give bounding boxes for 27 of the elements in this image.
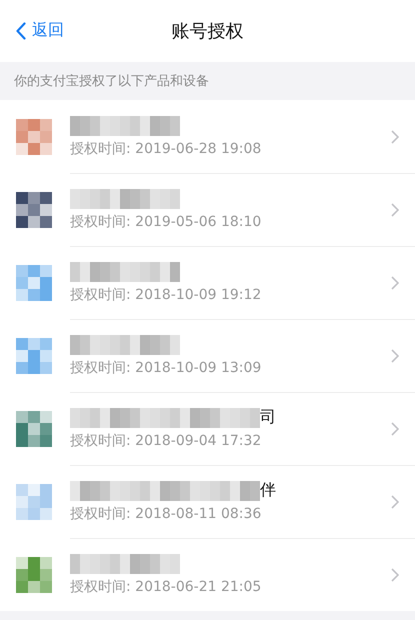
authorized-app-item[interactable]: 司 授权时间: 2018-09-04 17:32	[0, 392, 415, 465]
chevron-right-icon	[391, 568, 399, 582]
authorization-time: 授权时间: 2018-10-09 13:09	[70, 358, 262, 376]
authorized-app-item[interactable]: 授权时间: 2019-05-06 18:10	[0, 173, 415, 246]
chevron-right-icon	[391, 276, 399, 290]
authorization-time: 授权时间: 2018-08-11 08:36	[70, 504, 262, 522]
authorized-app-item[interactable]: 授权时间: 2018-10-09 13:09	[0, 319, 415, 392]
chevron-right-icon	[391, 494, 399, 508]
app-name: 伴	[260, 480, 276, 501]
page-title: 账号授权	[172, 20, 244, 43]
authorization-time: 授权时间: 2019-06-28 19:08	[70, 140, 262, 158]
back-icon	[16, 22, 26, 40]
authorized-app-item[interactable]: 授权时间: 2019-06-28 19:08	[0, 100, 415, 173]
chevron-right-icon	[391, 202, 399, 216]
chevron-right-icon	[391, 130, 399, 144]
authorization-time: 授权时间: 2018-06-21 21:05	[70, 578, 262, 596]
authorization-time: 授权时间: 2019-05-06 18:10	[70, 212, 262, 230]
authorization-time: 授权时间: 2018-09-04 17:32	[70, 432, 262, 450]
authorization-time: 授权时间: 2018-10-09 19:12	[70, 286, 262, 304]
authorized-app-item[interactable]: 授权时间: 2018-06-21 21:05	[0, 538, 415, 611]
authorized-app-item[interactable]: 伴 授权时间: 2018-08-11 08:36	[0, 465, 415, 538]
chevron-right-icon	[391, 348, 399, 362]
back-button[interactable]: 返回	[16, 20, 64, 41]
chevron-right-icon	[391, 422, 399, 436]
authorized-app-item[interactable]: 授权时间: 2018-10-09 19:12	[0, 246, 415, 319]
section-header: 你的支付宝授权了以下产品和设备	[14, 73, 209, 90]
app-name: 司	[260, 407, 276, 428]
